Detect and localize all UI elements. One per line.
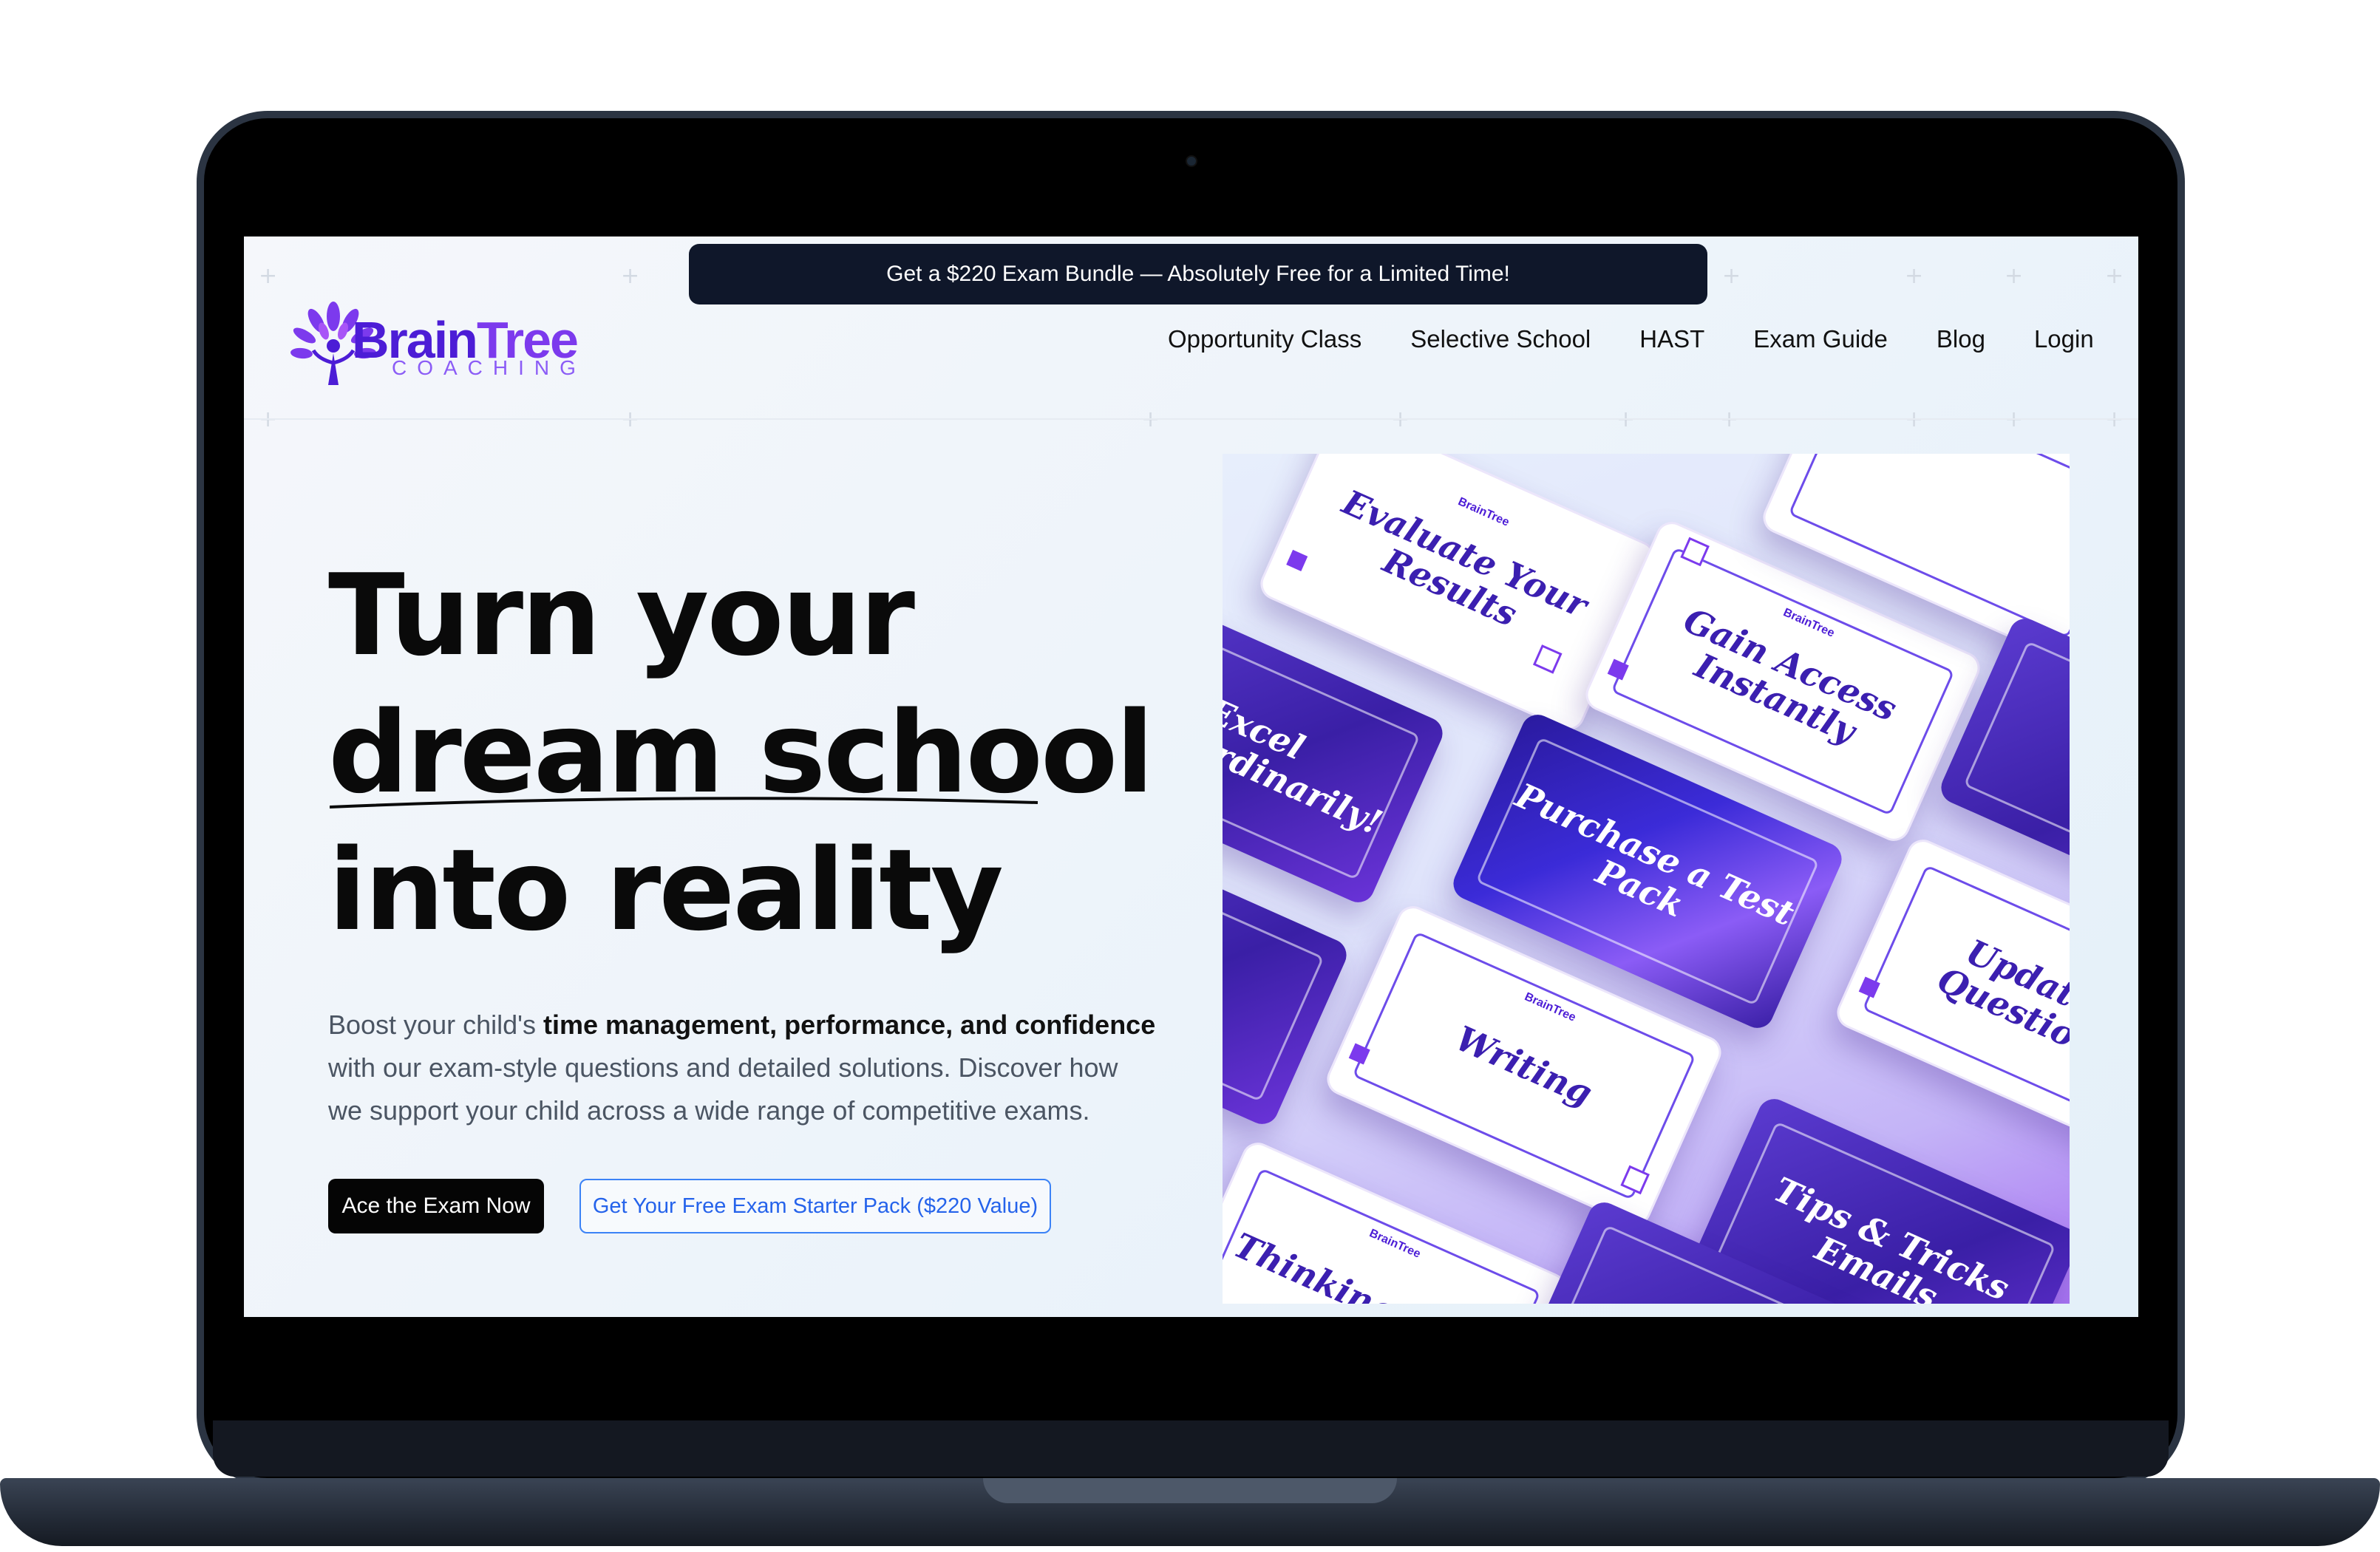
hero-headline: Turn your dream school into reality	[328, 547, 1154, 959]
nav-hast[interactable]: HAST	[1639, 325, 1704, 353]
brand-tagline: COACHING	[392, 356, 586, 379]
grid-cross-icon: +	[2005, 406, 2024, 432]
grid-cross-icon: +	[259, 263, 278, 289]
grid-cross-icon: +	[259, 406, 278, 432]
webcam-icon	[1186, 155, 1197, 167]
website-screen: + + + + + + + + + + + + + + + Get a $220…	[244, 236, 2138, 1317]
main-nav: Opportunity Class Selective School HAST …	[1168, 325, 2094, 353]
nav-selective-school[interactable]: Selective School	[1410, 325, 1591, 353]
ace-exam-button[interactable]: Ace the Exam Now	[328, 1179, 544, 1233]
grid-cross-icon: +	[1391, 406, 1410, 432]
hero-description-rest: with our exam-style questions and detail…	[328, 1052, 1118, 1126]
nav-blog[interactable]: Blog	[1937, 325, 1985, 353]
free-starter-pack-button[interactable]: Get Your Free Exam Starter Pack ($220 Va…	[579, 1179, 1051, 1233]
hero-line-1: Turn your	[328, 550, 915, 681]
feature-card-collage: BrainTree Evaluate Your Results BrainTre…	[1223, 454, 2070, 1304]
nav-exam-guide[interactable]: Exam Guide	[1753, 325, 1888, 353]
decor-square-icon	[1286, 549, 1308, 571]
grid-cross-icon: +	[2105, 406, 2124, 432]
headline-underline	[330, 797, 1038, 809]
grid-cross-icon: +	[1722, 263, 1741, 289]
grid-cross-icon: +	[621, 263, 640, 289]
grid-cross-icon: +	[1141, 406, 1160, 432]
laptop-trackpad-notch	[983, 1478, 1397, 1503]
grid-cross-icon: +	[1905, 406, 1924, 432]
grid-cross-icon: +	[1616, 406, 1636, 432]
hero-description: Boost your child's time management, perf…	[328, 1004, 1156, 1132]
grid-cross-icon: +	[2005, 263, 2024, 289]
grid-cross-icon: +	[621, 406, 640, 432]
grid-cross-icon: +	[2105, 263, 2124, 289]
nav-opportunity-class[interactable]: Opportunity Class	[1168, 325, 1361, 353]
grid-cross-icon: +	[1905, 263, 1924, 289]
laptop-hinge	[213, 1420, 2169, 1477]
hero-description-bold: time management, performance, and confid…	[543, 1010, 1156, 1040]
nav-login[interactable]: Login	[2034, 325, 2094, 353]
grid-cross-icon: +	[1720, 406, 1739, 432]
hero-description-start: Boost your child's	[328, 1010, 544, 1040]
card-updated-questions[interactable]: Updated Questions	[1832, 834, 2070, 1164]
promo-banner[interactable]: Get a $220 Exam Bundle — Absolutely Free…	[689, 244, 1707, 304]
hero-line-3: into reality	[328, 825, 1004, 956]
